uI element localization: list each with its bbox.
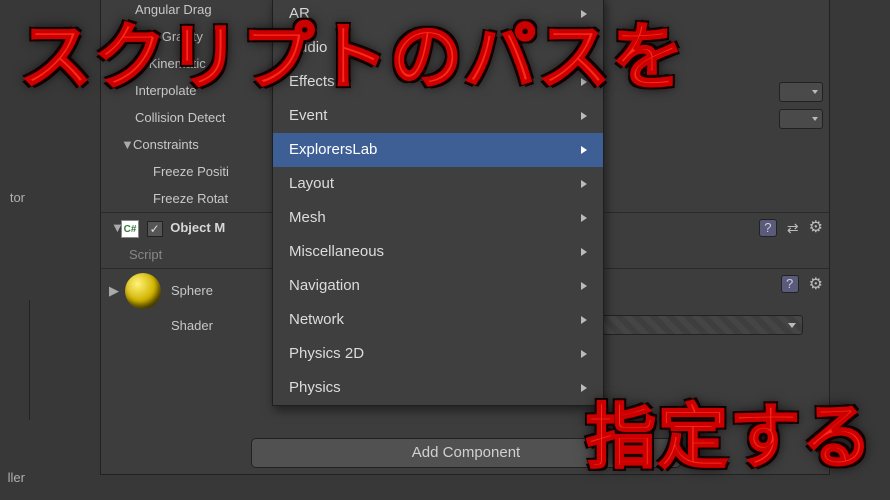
chevron-right-icon [581,350,587,358]
menu-item-label: Layout [289,167,334,201]
menu-item-physics-2d[interactable]: Physics 2D [273,337,603,371]
foldout-icon: ▼ [111,213,124,243]
menu-item-label: Event [289,99,327,133]
menu-item-label: Navigation [289,269,360,303]
menu-item-label: Mesh [289,201,326,235]
left-panel-crop: tor ller [0,300,30,420]
menu-item-explorerslab[interactable]: ExplorersLab [273,133,603,167]
chevron-right-icon [581,282,587,290]
component-title: Object M [170,220,225,235]
collision-dropdown[interactable] [779,109,823,129]
material-preview-sphere [125,273,161,309]
chevron-right-icon [581,112,587,120]
menu-item-mesh[interactable]: Mesh [273,201,603,235]
foldout-icon: ▼ [121,131,131,158]
menu-item-miscellaneous[interactable]: Miscellaneous [273,235,603,269]
menu-item-label: ExplorersLab [289,133,377,167]
menu-item-navigation[interactable]: Navigation [273,269,603,303]
headline-text-top: スクリプトのパスを [20,0,686,103]
foldout-icon: ▶ [109,283,119,299]
menu-item-label: Network [289,303,344,337]
menu-item-layout[interactable]: Layout [273,167,603,201]
left-label-fragment: tor [10,190,25,205]
material-name: Sphere [171,283,213,298]
chevron-right-icon [581,316,587,324]
headline-text-bottom: 指定する [586,381,874,482]
interpolate-dropdown[interactable] [779,82,823,102]
menu-item-label: Physics 2D [289,337,364,371]
chevron-right-icon [581,180,587,188]
menu-item-label: Physics [289,371,341,405]
chevron-right-icon [581,214,587,222]
left-label-fragment-2: ller [8,470,25,485]
menu-item-network[interactable]: Network [273,303,603,337]
chevron-right-icon [581,248,587,256]
component-enable-checkbox[interactable]: ✓ [147,221,163,237]
menu-item-event[interactable]: Event [273,99,603,133]
menu-item-label: Miscellaneous [289,235,384,269]
shader-label: Shader [171,318,213,333]
chevron-right-icon [581,146,587,154]
menu-item-physics[interactable]: Physics [273,371,603,405]
